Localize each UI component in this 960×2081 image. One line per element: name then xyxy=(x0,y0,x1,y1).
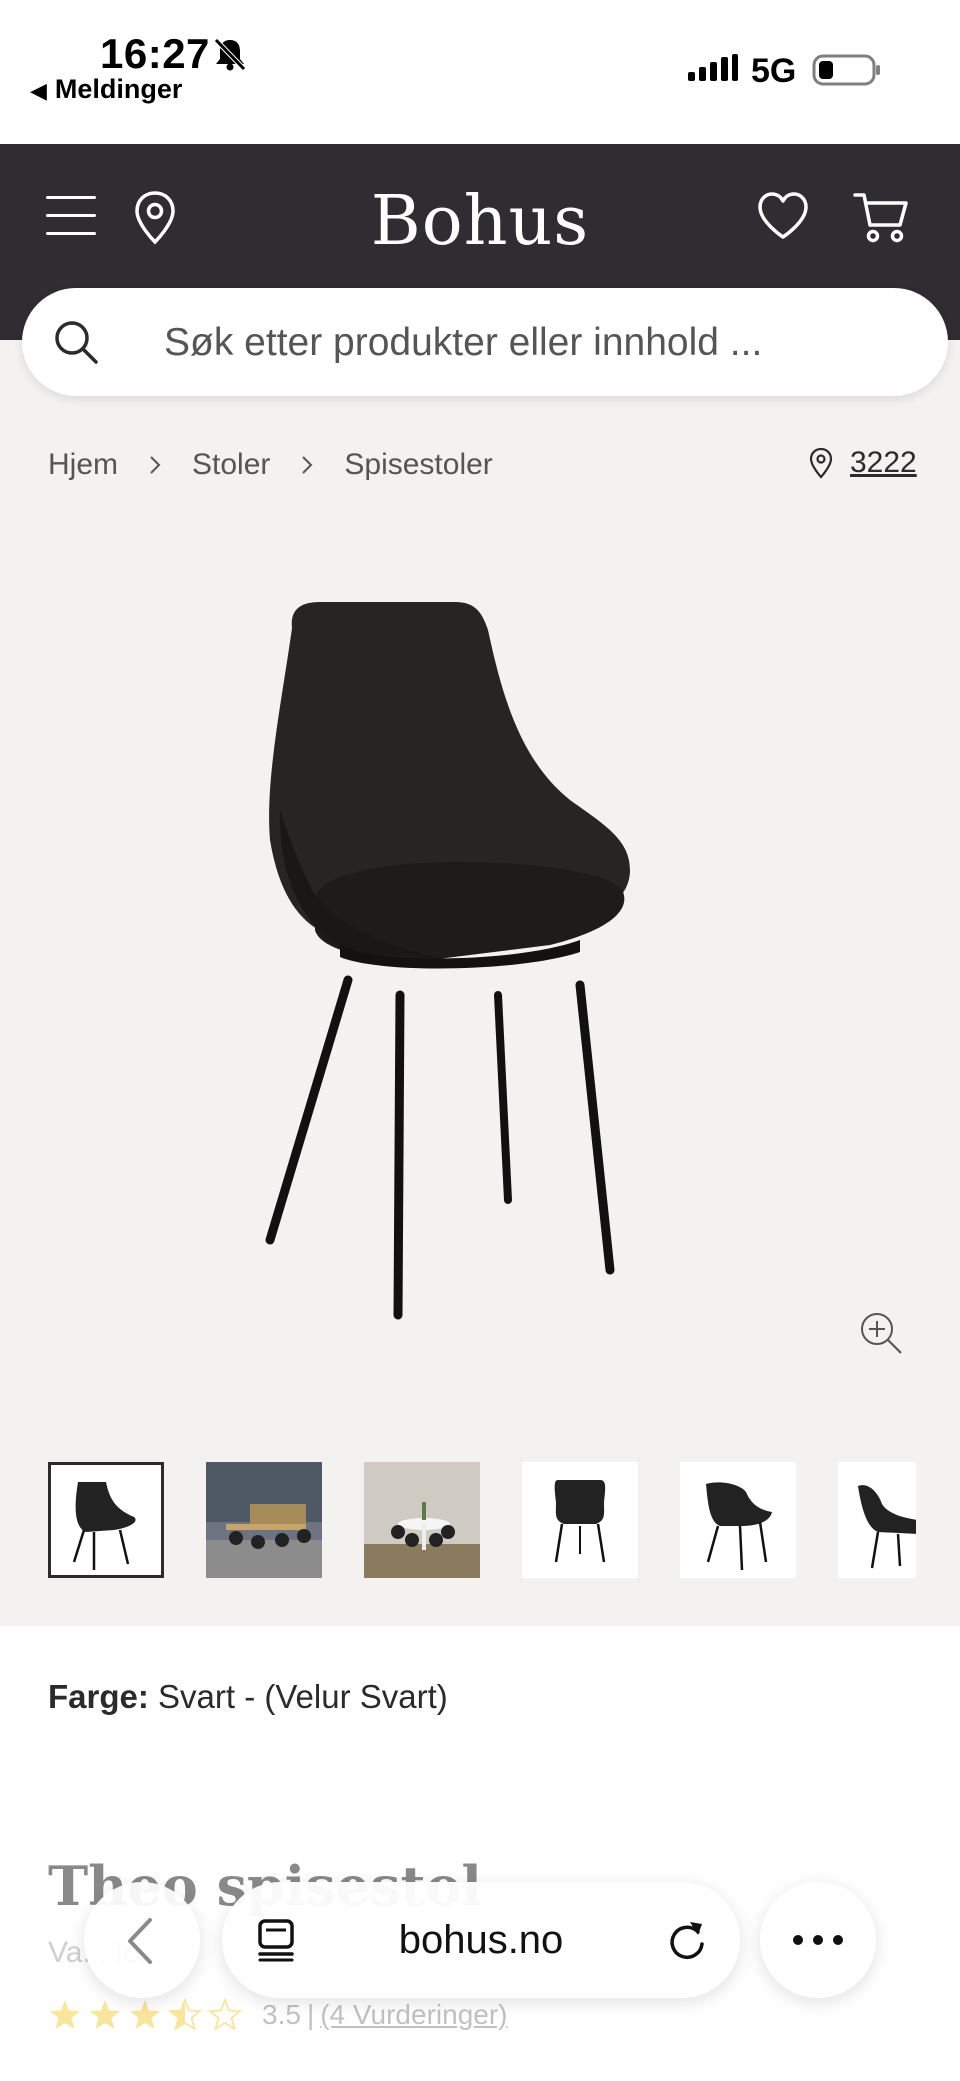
chevron-right-icon xyxy=(150,456,161,474)
color-selection: Farge: Svart - (Velur Svart) xyxy=(48,1678,448,1716)
cart-icon[interactable] xyxy=(852,190,910,244)
color-label: Farge: xyxy=(48,1678,149,1715)
zoom-in-icon[interactable] xyxy=(858,1310,904,1356)
thumbnail-1[interactable] xyxy=(48,1462,164,1578)
product-details: Farge: Svart - (Velur Svart) Theo spises… xyxy=(0,1626,960,2081)
search-bar xyxy=(22,288,948,396)
battery-icon xyxy=(812,54,880,86)
back-to-app-link[interactable]: ◀ Meldinger xyxy=(30,74,182,105)
product-image[interactable] xyxy=(220,600,740,1340)
thumbnail-5[interactable] xyxy=(680,1462,796,1578)
network-label: 5G xyxy=(751,52,797,90)
status-bar: 16:27 ◀ Meldinger 5G xyxy=(0,0,960,144)
thumbnail-6[interactable] xyxy=(838,1462,916,1578)
store-number: 3222 xyxy=(850,446,917,479)
thumbnail-2[interactable] xyxy=(206,1462,322,1578)
breadcrumb-chairs[interactable]: Stoler xyxy=(192,448,270,482)
heart-icon[interactable] xyxy=(756,190,810,242)
rating-separator: | xyxy=(306,1999,315,2030)
color-value: Svart - (Velur Svart) xyxy=(158,1678,448,1715)
address-bar[interactable]: bohus.no xyxy=(222,1882,740,1998)
breadcrumb-dining-chairs[interactable]: Spisestoler xyxy=(344,448,492,482)
signal-icon xyxy=(688,54,738,81)
chevron-right-icon xyxy=(302,456,313,474)
breadcrumb: Hjem Stoler Spisestoler xyxy=(48,448,493,482)
location-pin-icon xyxy=(809,447,833,479)
brand-logo[interactable]: Bohus xyxy=(0,182,960,261)
star-filled-icon xyxy=(50,2000,80,2029)
search-input[interactable] xyxy=(164,316,904,370)
thumbnail-3[interactable] xyxy=(364,1462,480,1578)
chevron-left-icon xyxy=(128,1918,152,1964)
product-rating[interactable]: 3.5 | (4 Vurderinger) xyxy=(48,1998,507,2032)
breadcrumb-home[interactable]: Hjem xyxy=(48,448,118,482)
thumbnail-4[interactable] xyxy=(522,1462,638,1578)
reload-icon[interactable] xyxy=(666,1918,708,1962)
search-icon[interactable] xyxy=(52,318,100,366)
star-filled-icon xyxy=(90,2000,120,2029)
thumbnail-strip xyxy=(48,1462,916,1578)
status-time: 16:27 xyxy=(100,30,210,77)
rating-value: 3.5 xyxy=(262,1999,301,2030)
browser-more-button[interactable] xyxy=(760,1882,876,1998)
more-icon xyxy=(793,1935,843,1945)
browser-back-button[interactable] xyxy=(84,1882,200,1998)
star-half-icon xyxy=(168,1998,202,2031)
url-text: bohus.no xyxy=(398,1918,564,1962)
reviews-link[interactable]: (4 Vurderinger) xyxy=(320,1999,507,2031)
bell-slash-icon xyxy=(214,38,246,71)
store-selector[interactable]: 3222 xyxy=(808,446,917,480)
star-empty-icon xyxy=(208,1998,242,2031)
back-app-label: Meldinger xyxy=(54,74,183,104)
star-filled-icon xyxy=(130,2000,160,2029)
